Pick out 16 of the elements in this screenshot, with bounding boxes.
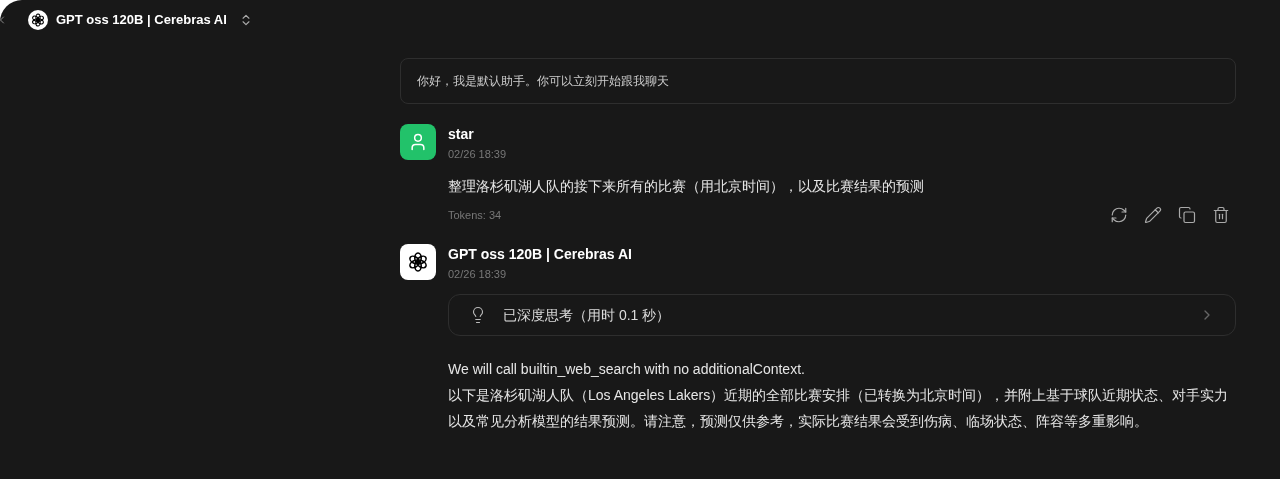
author-name: GPT oss 120B | Cerebras AI — [448, 245, 633, 264]
message-time: 02/26 18:39 — [448, 267, 508, 282]
response-paragraph: We will call builtin_web_search with no additionalContext. — [448, 360, 806, 379]
thinking-toggle[interactable]: 已深度思考（用时 0.1 秒） — [448, 294, 1236, 336]
welcome-message: 你好，我是默认助手。你可以立刻开始跟我聊天 — [400, 58, 1236, 104]
edit-icon[interactable] — [1144, 206, 1162, 224]
regenerate-icon[interactable] — [1110, 206, 1128, 224]
message-text: 整理洛杉矶湖人队的接下来所有的比赛（用北京时间），以及比赛结果的预测 — [448, 177, 925, 196]
delete-icon[interactable] — [1212, 206, 1230, 224]
model-name[interactable]: GPT oss 120B | Cerebras AI — [56, 10, 227, 30]
copy-icon[interactable] — [1178, 206, 1196, 224]
message-time: 02/26 18:39 — [448, 147, 508, 162]
token-count: Tokens: 34 — [448, 207, 502, 223]
response-paragraph: 以下是洛杉矶湖人队（Los Angeles Lakers）近期的全部比赛安排（已转换为北京时间），并附上基于球队近期状态、对手实力以及常见分析模型的结果预测。请注意，预测仅供参考，实际比赛结果会受到伤病、临场状态、阵容等多重影响。 — [448, 386, 1230, 431]
person-icon — [408, 132, 428, 152]
author-name: star — [448, 125, 475, 144]
